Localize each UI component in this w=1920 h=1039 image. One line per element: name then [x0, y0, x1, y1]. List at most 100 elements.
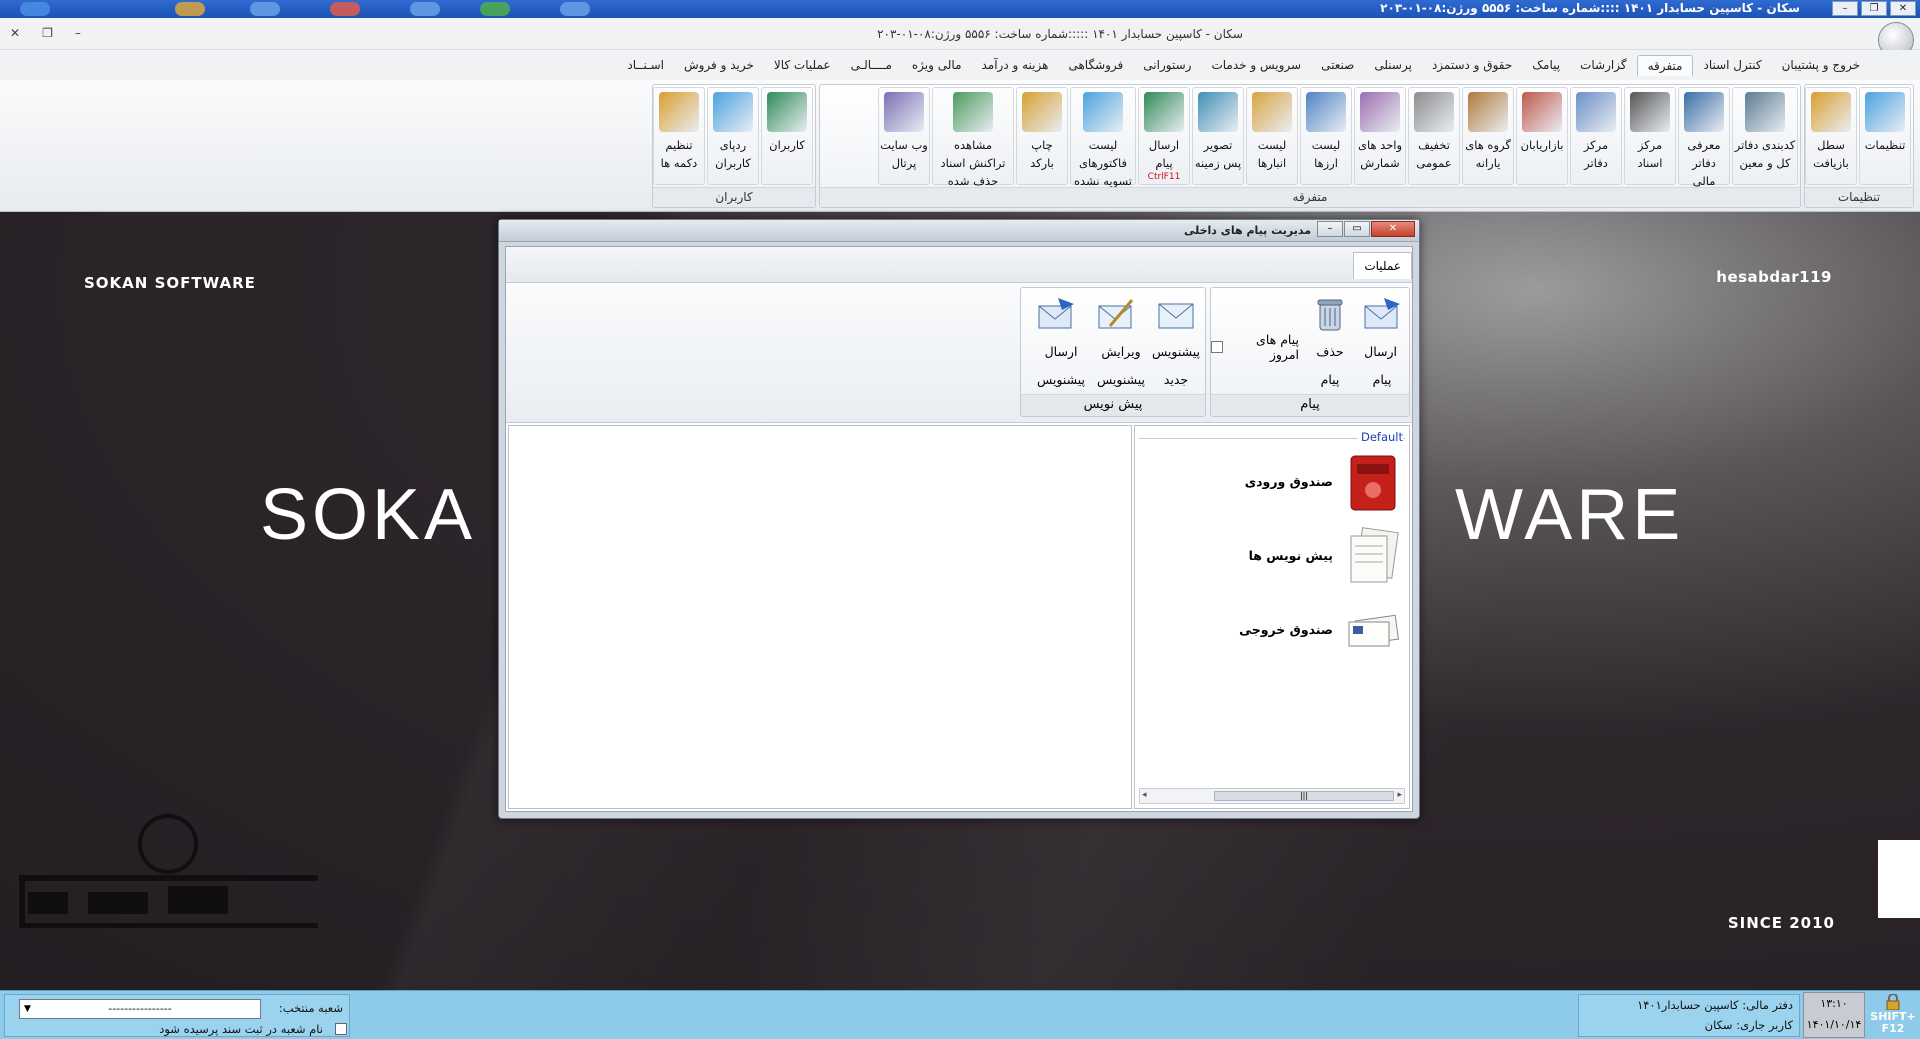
menu-tab[interactable]: گزارشات: [1570, 55, 1636, 76]
ribbon: تنظیمات سطل بازیافت تنظیمات کدبندی دفاتر …: [0, 80, 1920, 212]
menu-tab[interactable]: صنعتی: [1311, 55, 1364, 76]
menu-tab[interactable]: حقوق و دستمزد: [1422, 55, 1522, 76]
menu-tab[interactable]: خرید و فروش: [674, 55, 764, 76]
ribbon-button[interactable]: لیست انبارها: [1246, 87, 1298, 185]
chevron-down-icon[interactable]: ▼: [24, 1000, 31, 1018]
checkbox[interactable]: [1211, 341, 1223, 353]
ribbon-button[interactable]: ردپای کاربران: [707, 87, 759, 185]
brand-text-right: WARE: [1455, 475, 1685, 555]
menu-tab[interactable]: سرویس و خدمات: [1201, 55, 1311, 76]
menu-tab[interactable]: خروج و پشتیبان: [1772, 55, 1870, 76]
clock: ۱۳:۱۰ ۱۴۰۱/۱۰/۱۴: [1803, 992, 1865, 1038]
folder-tree-pane: Default صندوق ورودی پیش نویس ها صندوق خر…: [1134, 425, 1410, 809]
taskbar-app-icon[interactable]: [20, 2, 50, 16]
scroll-thumb[interactable]: |||: [1214, 791, 1394, 801]
group-icon: [1468, 92, 1508, 132]
send-message-button[interactable]: ارسال پیام: [1357, 292, 1407, 394]
menu-tab[interactable]: رستورانی: [1133, 55, 1201, 76]
ribbon-button-label: معرفی دفاتر مالی: [1687, 138, 1721, 188]
ribbon-button[interactable]: مرکز اسناد: [1624, 87, 1676, 185]
menu-tab[interactable]: پرسنلی: [1364, 55, 1422, 76]
ribbon-button[interactable]: وب سایت پرتال: [878, 87, 930, 185]
sms-icon: [1144, 92, 1184, 132]
send-mail-icon: [1038, 298, 1074, 329]
ribbon-button[interactable]: کاربران: [761, 87, 813, 185]
ribbon-button[interactable]: تصویر پس زمینه: [1192, 87, 1244, 185]
inbox-folder[interactable]: صندوق ورودی: [1245, 450, 1401, 512]
mailbox-icon: [1350, 455, 1396, 511]
taskbar-app-icon[interactable]: [330, 2, 360, 16]
outbox-folder[interactable]: صندوق خروجی: [1239, 598, 1401, 660]
drafts-folder[interactable]: پیش نویس ها: [1249, 524, 1401, 586]
ribbon-button-label: لیست فاکتورهای تسویه نشده: [1074, 138, 1132, 188]
taskbar-app-icon[interactable]: [175, 2, 205, 16]
tab-operations[interactable]: عملیات: [1353, 252, 1412, 279]
horizontal-scrollbar[interactable]: ◂ ||| ▸: [1139, 788, 1405, 804]
status-bar: ▼ ---------------- شعبه منتخب: نام شعبه …: [0, 990, 1920, 1039]
ribbon-button[interactable]: سطل بازیافت: [1805, 87, 1857, 185]
edit-draft-button[interactable]: ویرایش پیشنویس: [1091, 292, 1145, 394]
ribbon-button[interactable]: لیست فاکتورهای تسویه نشده: [1070, 87, 1136, 188]
ribbon-button-label: کاربران: [769, 138, 805, 152]
ask-branch-checkbox[interactable]: [335, 1023, 347, 1035]
menu-tab[interactable]: اسـنــاد: [617, 55, 674, 76]
today-messages-checkbox[interactable]: پیام های امروز: [1211, 332, 1299, 362]
dialog-close-button[interactable]: ✕: [1371, 221, 1415, 237]
ribbon-button[interactable]: تخفیف عمومی: [1408, 87, 1460, 185]
ribbon-button[interactable]: تنظیمات: [1859, 87, 1911, 185]
dialog-minimize-button[interactable]: –: [1317, 221, 1343, 237]
menu-tab[interactable]: مالی ویژه: [902, 55, 972, 76]
boxes-icon: [1414, 92, 1454, 132]
username-label: hesabdar119: [1716, 268, 1832, 286]
taskbar-app-icon[interactable]: [560, 2, 590, 16]
invoice-icon: [1083, 92, 1123, 132]
ribbon-button[interactable]: واحد های شمارش: [1354, 87, 1406, 185]
ribbon-button-label: ارسال پیام: [1148, 138, 1180, 170]
send-mail-icon: [1364, 298, 1400, 329]
ribbon-button[interactable]: تنظیم دکمه ها: [653, 87, 705, 185]
ribbon-button-label: مرکز اسناد: [1637, 138, 1663, 170]
ribbon-button[interactable]: چاپ بارکد: [1016, 87, 1068, 185]
menu-tab[interactable]: فروشگاهی: [1058, 55, 1133, 76]
ribbon-button[interactable]: مرکز دفاتر: [1570, 87, 1622, 185]
ribbon-button[interactable]: ارسال پیام CtrlF11: [1138, 87, 1190, 185]
taskbar-app-icon[interactable]: [410, 2, 440, 16]
ribbon-button[interactable]: گروه های یارانه: [1462, 87, 1514, 185]
ribbon-button[interactable]: مشاهده تراکنش اسناد حذف شده: [932, 87, 1014, 188]
menu-tab[interactable]: پیامک: [1522, 55, 1570, 76]
portal-icon: [884, 92, 924, 132]
close-button[interactable]: ✕: [1890, 1, 1916, 16]
message-list-pane[interactable]: [508, 425, 1132, 809]
ribbon-group-misc: کدبندی دفاتر کل و معین معرفی دفاتر مالی مر…: [819, 84, 1801, 208]
delete-message-button[interactable]: حذف پیام: [1305, 292, 1355, 394]
scroll-right-icon[interactable]: ▸: [1397, 790, 1402, 800]
menu-tab[interactable]: متفرقه: [1636, 55, 1694, 76]
company-label: SOKAN SOFTWARE: [84, 274, 256, 292]
ribbon-button-label: مرکز دفاتر: [1583, 138, 1609, 170]
group-label: پیام: [1211, 394, 1409, 416]
branch-select[interactable]: ▼ ----------------: [19, 999, 261, 1019]
edit-mail-icon: [1098, 299, 1134, 329]
taskbar-app-icon[interactable]: [250, 2, 280, 16]
send-draft-button[interactable]: ارسال پیشنویس: [1031, 292, 1085, 394]
current-user-label: کاربر جاری: سکان: [1704, 1018, 1793, 1032]
ribbon-button[interactable]: کدبندی دفاتر کل و معین: [1732, 87, 1798, 185]
menu-tab[interactable]: کنترل اسناد: [1693, 55, 1771, 76]
taskbar-app-icon[interactable]: [480, 2, 510, 16]
restore-button[interactable]: ❐: [1861, 1, 1887, 16]
minimize-button[interactable]: –: [1832, 1, 1858, 16]
menu-tab[interactable]: هزینه و درآمد: [972, 55, 1059, 76]
dialog-maximize-button[interactable]: ▭: [1344, 221, 1370, 237]
lock-shortcut[interactable]: SHIFT+ F12: [1868, 993, 1918, 1038]
new-draft-button[interactable]: پیشنویس جدید: [1151, 292, 1201, 394]
footprint-icon: [713, 92, 753, 132]
ribbon-button-label: واحد های شمارش: [1357, 138, 1403, 170]
menu-tab[interactable]: عملیات کالا: [764, 55, 841, 76]
ribbon-button[interactable]: بازاریابان: [1516, 87, 1568, 185]
scroll-left-icon[interactable]: ◂: [1142, 790, 1147, 800]
menu-tab[interactable]: مــــالـی: [841, 55, 902, 76]
currency-icon: [1306, 92, 1346, 132]
ribbon-button[interactable]: لیست ارزها: [1300, 87, 1352, 185]
branch-label: شعبه منتخب:: [278, 1001, 343, 1015]
ribbon-button[interactable]: معرفی دفاتر مالی: [1678, 87, 1730, 188]
